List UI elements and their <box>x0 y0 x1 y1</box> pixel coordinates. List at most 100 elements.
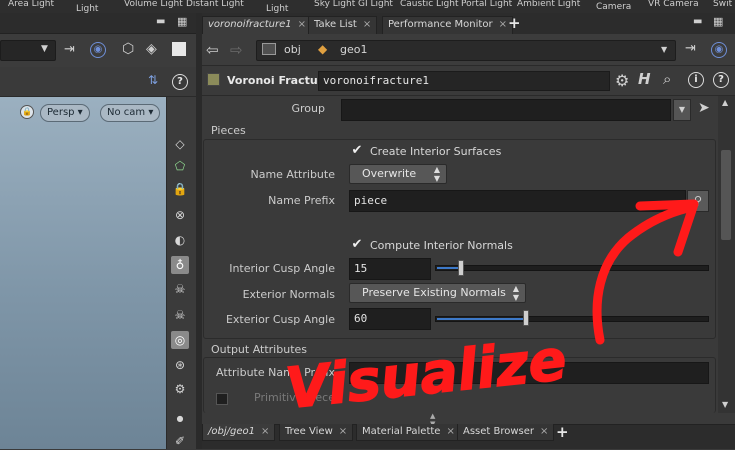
search-icon[interactable]: ⌕ <box>663 70 671 88</box>
attribute-name-prefix-field[interactable] <box>349 362 709 384</box>
pane-menu-icon[interactable]: ▬ <box>156 16 165 27</box>
camera-dropdown[interactable]: No cam ▾ <box>100 104 161 122</box>
ghost-icon[interactable]: ⊗ <box>171 206 189 224</box>
pane-menu-icon[interactable]: ▬ <box>693 16 702 27</box>
shelf-area-light[interactable]: Area Light <box>8 0 54 10</box>
tab-asset-browser[interactable]: Asset Browser × <box>457 424 555 441</box>
interior-cusp-slider[interactable] <box>435 265 709 271</box>
display-options-icon[interactable]: ◇ <box>171 135 189 153</box>
shelf-camera[interactable]: Camera <box>596 2 631 13</box>
create-interior-checkbox[interactable]: ✔ <box>350 144 364 158</box>
name-prefix-field[interactable]: piece <box>349 190 686 212</box>
shelf-switcher[interactable]: Swit <box>713 0 732 10</box>
scene-path-field[interactable]: ▼ <box>0 40 56 61</box>
viewport[interactable] <box>0 97 166 449</box>
render-icon[interactable]: ⚙ <box>171 380 189 398</box>
shelf-volume-light[interactable]: Volume Light <box>124 0 183 10</box>
camera-icon[interactable]: ◈ <box>146 41 157 57</box>
close-icon[interactable]: × <box>261 426 269 437</box>
updown-icon: ▲ ▼ <box>433 165 440 183</box>
forward-arrow-icon[interactable]: ⇨ <box>230 41 243 59</box>
light-bulb-icon[interactable]: ♁ <box>171 256 189 274</box>
tab-tree-view[interactable]: Tree View × <box>279 424 354 441</box>
visibility-icon[interactable]: ⊛ <box>171 356 189 374</box>
chevron-down-icon[interactable]: ▼ <box>661 45 667 54</box>
close-icon[interactable]: × <box>446 426 454 437</box>
snap-icon[interactable]: ◎ <box>171 331 189 349</box>
select-arrow-icon[interactable]: ➤ <box>698 100 710 116</box>
node-name-field[interactable]: voronoifracture1 <box>318 71 610 91</box>
sort-icon[interactable]: ⇅ <box>148 73 158 87</box>
close-icon[interactable]: × <box>540 426 548 437</box>
lock-camera-icon[interactable]: 🔒 <box>171 180 189 198</box>
draw-icon[interactable]: ✐ <box>171 432 189 450</box>
path-geo[interactable]: geo1 <box>340 43 367 56</box>
exterior-cusp-handle[interactable] <box>523 310 529 326</box>
back-arrow-icon[interactable]: ⇦ <box>206 41 219 59</box>
pane-arrange-icon[interactable]: ▦ <box>177 15 187 28</box>
scrollbar-thumb[interactable] <box>721 150 731 240</box>
name-attribute-menu[interactable]: Overwrite ▲ ▼ <box>349 164 447 184</box>
tab-take-list[interactable]: Take List × <box>308 16 378 34</box>
exterior-normals-menu[interactable]: Preserve Existing Normals ▲ ▼ <box>349 283 526 303</box>
shading-icon[interactable]: ◐ <box>171 231 189 249</box>
exterior-cusp-field[interactable]: 60 <box>349 308 431 330</box>
pin-icon[interactable]: ⇥ <box>64 42 75 57</box>
help-icon[interactable]: ? <box>172 74 188 90</box>
link-icon[interactable]: ◉ <box>90 42 106 58</box>
shelf-gi-light[interactable]: GI Light <box>358 0 393 10</box>
shelf-ambient-light[interactable]: Ambient Light <box>517 0 580 10</box>
node-type-icon <box>207 73 220 86</box>
close-icon[interactable]: × <box>339 426 347 437</box>
gear-icon[interactable]: ⚙ <box>615 71 629 90</box>
param-scrollbar[interactable] <box>718 96 735 413</box>
close-icon[interactable]: × <box>363 19 371 30</box>
group-field[interactable] <box>341 99 671 121</box>
location-pin-icon[interactable]: ⚲ <box>687 190 709 212</box>
primitive-checkbox[interactable] <box>216 393 228 405</box>
template-icon[interactable]: ⬠ <box>171 157 189 175</box>
exterior-normals-label: Exterior Normals <box>242 288 335 301</box>
scroll-up-icon[interactable]: ▲ <box>722 98 728 107</box>
bones-icon[interactable]: ☠ <box>171 306 189 324</box>
close-icon[interactable]: × <box>298 19 306 30</box>
shelf-environment-light[interactable]: Light <box>266 4 288 13</box>
shelf-caustic-light[interactable]: Caustic Light <box>400 0 459 10</box>
close-icon[interactable]: × <box>499 19 507 30</box>
scroll-down-icon[interactable]: ▼ <box>722 400 728 409</box>
interior-cusp-field[interactable]: 15 <box>349 258 431 280</box>
compute-normals-label: Compute Interior Normals <box>370 239 513 252</box>
cube-icon[interactable]: ⬡ <box>122 41 134 57</box>
lock-icon[interactable]: 🔒 <box>20 105 34 119</box>
persp-dropdown[interactable]: Persp ▾ <box>40 104 90 122</box>
shelf-vr-camera[interactable]: VR Camera <box>648 0 699 10</box>
dot-icon[interactable]: ● <box>171 410 189 428</box>
name-attribute-value: Overwrite <box>362 167 417 180</box>
shelf-portal-light[interactable]: Portal Light <box>461 0 512 10</box>
help-icon[interactable]: ? <box>713 72 729 88</box>
tab-voronoifracture1[interactable]: voronoifracture1 × <box>202 16 313 34</box>
shelf-distant-light[interactable]: Distant Light <box>186 0 244 10</box>
updown-icon: ▲ ▼ <box>512 284 519 302</box>
view-square-icon[interactable] <box>172 42 186 56</box>
pane-arrange-icon[interactable]: ▦ <box>713 15 723 28</box>
compute-normals-checkbox[interactable]: ✔ <box>350 238 364 252</box>
primitive-label: Primitive Piece <box>254 391 335 404</box>
tab-obj-geo1[interactable]: /obj/geo1 × <box>202 424 276 441</box>
path-obj[interactable]: obj <box>284 43 301 56</box>
hscript-icon[interactable]: H <box>638 70 651 88</box>
pin-icon[interactable]: ⇥ <box>685 41 696 56</box>
geo-icon: ◆ <box>318 42 328 56</box>
add-tab-icon[interactable]: + <box>556 423 569 441</box>
shelf-light[interactable]: Light <box>76 4 98 13</box>
skull-icon[interactable]: ☠ <box>171 280 189 298</box>
interior-cusp-handle[interactable] <box>458 260 464 276</box>
tab-material-palette[interactable]: Material Palette × <box>356 424 461 441</box>
info-icon[interactable]: i <box>688 72 704 88</box>
shelf-sky-light[interactable]: Sky Light <box>314 0 355 10</box>
tab-performance-monitor[interactable]: Performance Monitor × <box>382 16 513 34</box>
chevron-down-icon[interactable]: ▼ <box>41 44 48 54</box>
add-tab-icon[interactable]: + <box>508 14 521 32</box>
chevron-down-icon[interactable]: ▼ <box>673 99 691 121</box>
link-icon[interactable]: ◉ <box>711 42 727 58</box>
